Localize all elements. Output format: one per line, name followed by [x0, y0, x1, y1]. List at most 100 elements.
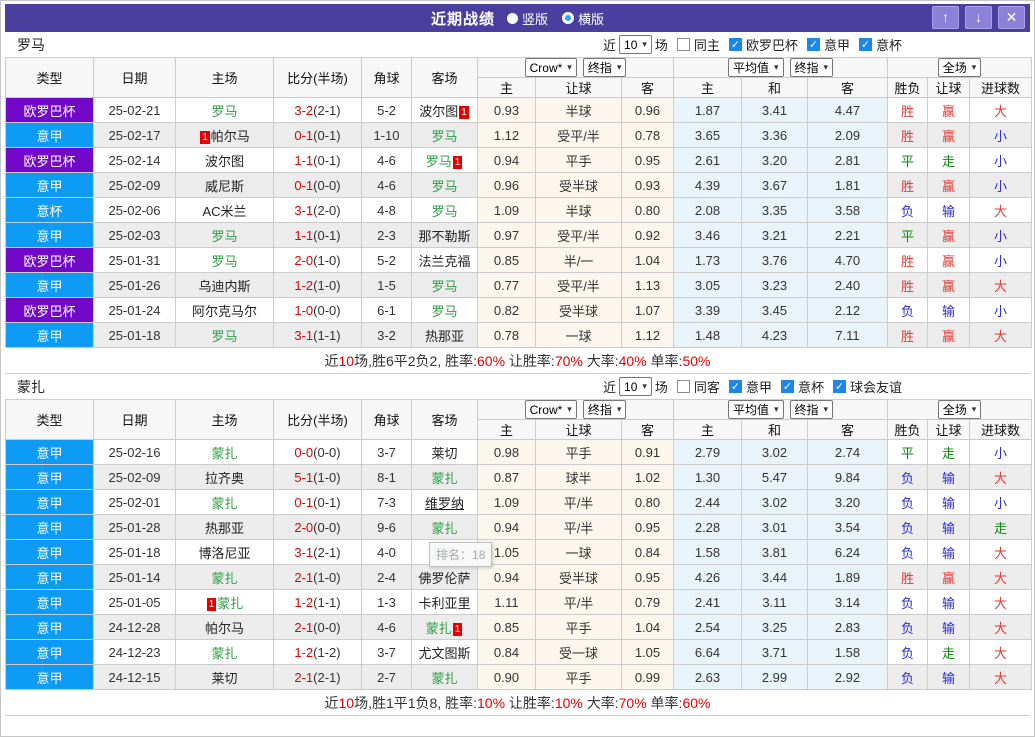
away-team-cell[interactable]: 那不勒斯: [411, 222, 478, 248]
avg-source-select[interactable]: 平均值 ▾: [727, 400, 784, 419]
horizontal-layout-radio[interactable]: 横版: [562, 9, 604, 28]
move-down-button[interactable]: ↓: [965, 6, 992, 29]
away-team-cell[interactable]: 卡利亚里: [411, 589, 478, 615]
home-team-cell[interactable]: 1 蒙扎: [175, 589, 274, 615]
move-up-button[interactable]: ↑: [932, 6, 959, 29]
team-name[interactable]: 拉齐奥: [205, 471, 244, 486]
away-team-cell[interactable]: 波尔图 1: [411, 97, 478, 123]
home-team-cell[interactable]: 罗马: [175, 322, 274, 348]
team-name[interactable]: 罗马: [211, 229, 237, 244]
team-name[interactable]: 波尔图: [419, 104, 458, 119]
away-team-cell[interactable]: 法兰克福: [411, 247, 478, 273]
team-name[interactable]: 佛罗伦萨: [418, 571, 470, 586]
same-venue-checkbox[interactable]: [676, 380, 690, 393]
home-team-cell[interactable]: 罗马: [175, 97, 274, 123]
team-name[interactable]: 蒙扎: [211, 646, 237, 661]
home-team-cell[interactable]: 莱切: [175, 664, 274, 690]
scope-select[interactable]: 全场 ▾: [937, 58, 982, 77]
odds-source-select[interactable]: Crow* ▾: [524, 58, 577, 77]
team-name[interactable]: 莱切: [211, 671, 237, 686]
away-team-cell[interactable]: 蒙扎: [411, 464, 478, 490]
vertical-layout-radio[interactable]: 竖版: [506, 9, 548, 28]
avg-source-select[interactable]: 平均值 ▾: [727, 58, 784, 77]
home-team-cell[interactable]: 罗马: [175, 247, 274, 273]
team-name[interactable]: 罗马: [211, 254, 237, 269]
team-name[interactable]: 蒙扎: [211, 496, 237, 511]
away-team-cell[interactable]: 蒙扎: [411, 664, 478, 690]
team-name[interactable]: 卡利亚里: [418, 596, 470, 611]
avg-stage-select[interactable]: 终指 ▾: [789, 400, 834, 419]
home-team-cell[interactable]: 蒙扎: [175, 439, 274, 465]
team-name[interactable]: 维罗纳: [425, 496, 464, 511]
league-checkbox-friendly[interactable]: ✓: [832, 380, 846, 393]
away-team-cell[interactable]: 蒙扎 1: [411, 614, 478, 640]
team-name[interactable]: 罗马: [431, 204, 457, 219]
away-team-cell[interactable]: 蒙扎: [411, 514, 478, 540]
team-name[interactable]: 蒙扎: [426, 621, 452, 636]
team-name[interactable]: 阿尔克马尔: [192, 304, 257, 319]
league-checkbox-seriea[interactable]: ✓: [728, 380, 742, 393]
team-name[interactable]: 威尼斯: [205, 179, 244, 194]
team-name[interactable]: 罗马: [431, 129, 457, 144]
team-name[interactable]: 帕尔马: [211, 129, 250, 144]
league-checkbox-coppa[interactable]: ✓: [858, 38, 872, 51]
team-name[interactable]: 尤文图斯: [418, 646, 470, 661]
team-name[interactable]: 罗马: [431, 304, 457, 319]
odds-stage-select[interactable]: 终指 ▾: [582, 400, 627, 419]
home-team-cell[interactable]: 蒙扎: [175, 639, 274, 665]
home-team-cell[interactable]: 阿尔克马尔: [175, 297, 274, 323]
odds-stage-select[interactable]: 终指 ▾: [582, 58, 627, 77]
home-team-cell[interactable]: 乌迪内斯: [175, 272, 274, 298]
home-team-cell[interactable]: 热那亚: [175, 514, 274, 540]
away-team-cell[interactable]: 尤文图斯: [411, 639, 478, 665]
team-name[interactable]: 那不勒斯: [418, 229, 470, 244]
away-team-cell[interactable]: 维罗纳: [411, 489, 478, 515]
team-name[interactable]: 罗马: [211, 104, 237, 119]
team-name[interactable]: 热那亚: [425, 329, 464, 344]
team-name[interactable]: 蒙扎: [431, 671, 457, 686]
away-team-cell[interactable]: 佛罗伦萨: [411, 564, 478, 590]
team-name[interactable]: 蒙扎: [217, 596, 243, 611]
home-team-cell[interactable]: 帕尔马: [175, 614, 274, 640]
recent-count-select[interactable]: 10 ▾: [619, 377, 652, 396]
close-button[interactable]: ✕: [998, 6, 1025, 29]
team-name[interactable]: 罗马: [211, 329, 237, 344]
same-venue-checkbox[interactable]: [676, 38, 690, 51]
scope-select[interactable]: 全场 ▾: [937, 400, 982, 419]
away-team-cell[interactable]: 罗马: [411, 297, 478, 323]
team-name[interactable]: AC米兰: [202, 204, 246, 219]
home-team-cell[interactable]: 拉齐奥: [175, 464, 274, 490]
team-name[interactable]: 蒙扎: [431, 471, 457, 486]
away-team-cell[interactable]: 莱切: [411, 439, 478, 465]
home-team-cell[interactable]: 蒙扎: [175, 564, 274, 590]
team-name[interactable]: 罗马: [431, 279, 457, 294]
away-team-cell[interactable]: 热那亚: [411, 322, 478, 348]
home-team-cell[interactable]: 罗马: [175, 222, 274, 248]
home-team-cell[interactable]: 蒙扎: [175, 489, 274, 515]
away-team-cell[interactable]: 罗马: [411, 172, 478, 198]
away-team-cell[interactable]: 罗马: [411, 197, 478, 223]
team-name[interactable]: 莱切: [431, 446, 457, 461]
league-checkbox-seriea[interactable]: ✓: [806, 38, 820, 51]
team-name[interactable]: 蒙扎: [431, 521, 457, 536]
home-team-cell[interactable]: 波尔图: [175, 147, 274, 173]
league-checkbox-europa[interactable]: ✓: [728, 38, 742, 51]
away-team-cell[interactable]: 罗马: [411, 272, 478, 298]
team-name[interactable]: 罗马: [426, 154, 452, 169]
team-name[interactable]: 乌迪内斯: [198, 279, 250, 294]
avg-stage-select[interactable]: 终指 ▾: [789, 58, 834, 77]
team-name[interactable]: 蒙扎: [211, 446, 237, 461]
league-checkbox-coppa[interactable]: ✓: [780, 380, 794, 393]
home-team-cell[interactable]: 威尼斯: [175, 172, 274, 198]
team-name[interactable]: 法兰克福: [418, 254, 470, 269]
home-team-cell[interactable]: 1 帕尔马: [175, 122, 274, 148]
odds-source-select[interactable]: Crow* ▾: [524, 400, 577, 419]
away-team-cell[interactable]: 罗马: [411, 122, 478, 148]
team-name[interactable]: 博洛尼亚: [198, 546, 250, 561]
recent-count-select[interactable]: 10 ▾: [619, 35, 652, 54]
home-team-cell[interactable]: AC米兰: [175, 197, 274, 223]
team-name[interactable]: 波尔图: [205, 154, 244, 169]
team-name[interactable]: 蒙扎: [211, 571, 237, 586]
team-name[interactable]: 帕尔马: [205, 621, 244, 636]
team-name[interactable]: 罗马: [431, 179, 457, 194]
